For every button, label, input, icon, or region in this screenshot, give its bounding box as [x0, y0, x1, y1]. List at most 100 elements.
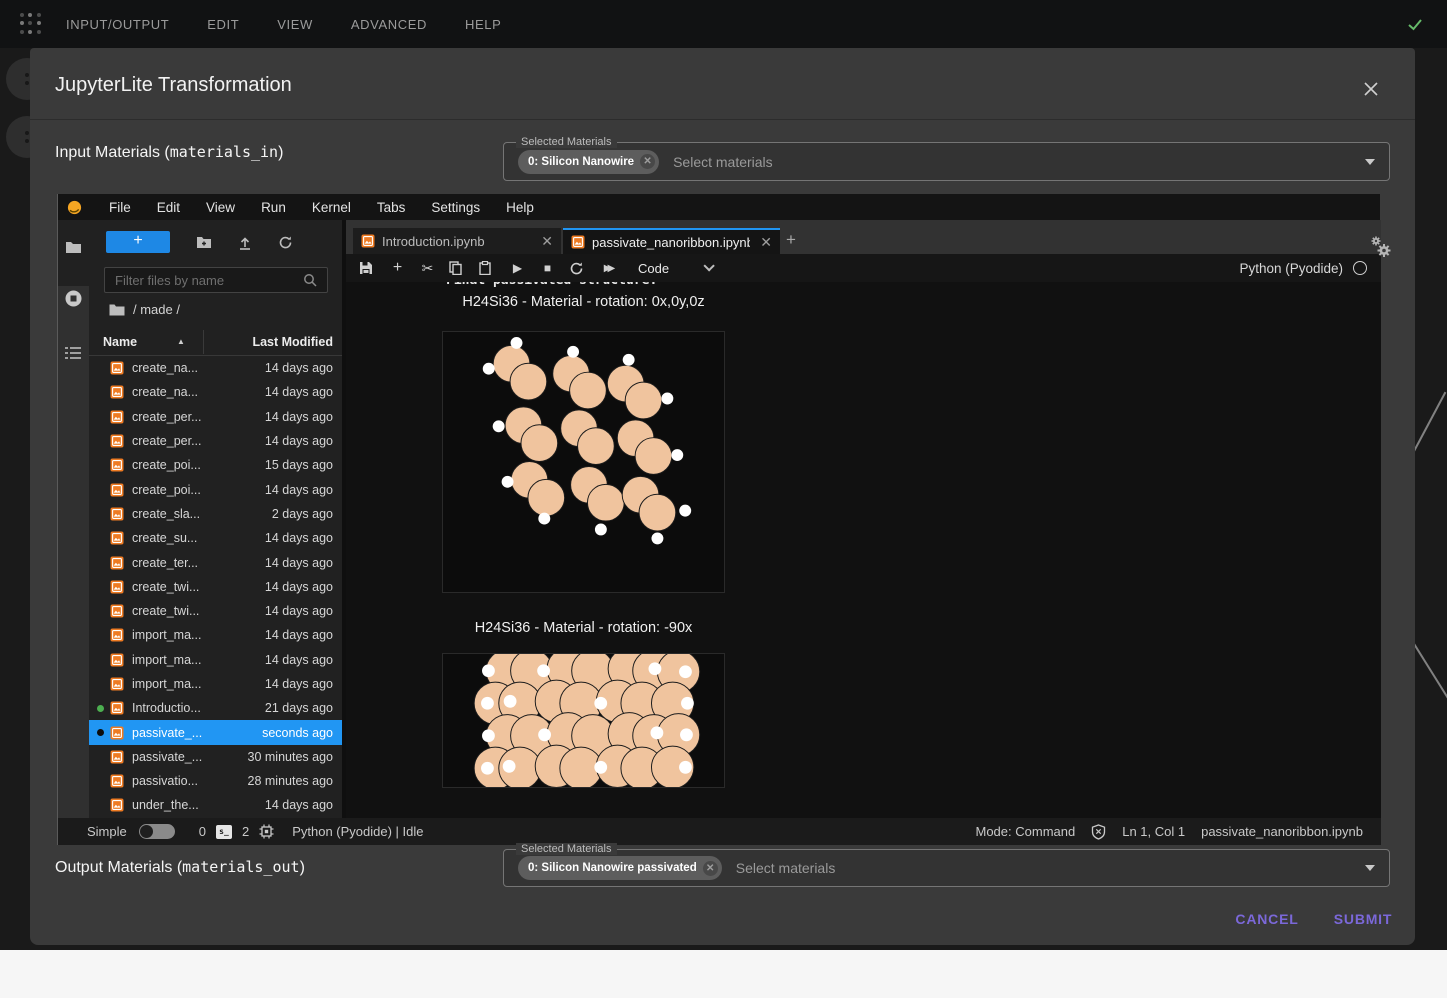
- refresh-icon[interactable]: [278, 235, 293, 250]
- chip-remove-icon[interactable]: ✕: [703, 861, 718, 876]
- file-row[interactable]: create_na...14 days ago: [89, 380, 342, 404]
- kernel-status-label[interactable]: Python (Pyodide) | Idle: [292, 824, 423, 839]
- app-menu-input-output[interactable]: INPUT/OUTPUT: [66, 17, 169, 32]
- file-modified: 14 days ago: [265, 361, 333, 375]
- input-materials-select[interactable]: Selected Materials 0: Silicon Nanowire ✕…: [503, 142, 1390, 181]
- notebook-icon: [110, 410, 124, 424]
- chip-remove-icon[interactable]: ✕: [640, 154, 655, 169]
- stop-kernel-icon[interactable]: ■: [539, 261, 556, 275]
- app-menu-edit[interactable]: EDIT: [207, 17, 239, 32]
- new-launcher-button[interactable]: +: [106, 231, 170, 253]
- file-row[interactable]: create_twi...14 days ago: [89, 575, 342, 599]
- home-folder-icon: [109, 303, 125, 316]
- jlab-menu-run[interactable]: Run: [248, 200, 299, 215]
- command-mode-label[interactable]: Mode: Command: [976, 824, 1076, 839]
- file-row[interactable]: create_per...14 days ago: [89, 405, 342, 429]
- file-row[interactable]: passivate_...30 minutes ago: [89, 745, 342, 769]
- jlab-menu-file[interactable]: File: [96, 200, 144, 215]
- input-select-placeholder: Select materials: [673, 154, 773, 170]
- add-cell-icon[interactable]: +: [389, 259, 406, 277]
- running-dot-icon: [97, 753, 104, 760]
- file-name: create_per...: [132, 434, 202, 448]
- file-row[interactable]: create_poi...14 days ago: [89, 477, 342, 501]
- file-modified: 15 days ago: [265, 458, 333, 472]
- jlab-menu-tabs[interactable]: Tabs: [364, 200, 419, 215]
- jlab-menu-edit[interactable]: Edit: [144, 200, 193, 215]
- output-label-text: Output Materials (: [55, 859, 182, 876]
- column-name[interactable]: Name: [103, 335, 137, 349]
- file-row[interactable]: create_su...14 days ago: [89, 526, 342, 550]
- breadcrumb[interactable]: / made /: [109, 302, 180, 317]
- file-list-header[interactable]: Name ▲ Last Modified: [89, 328, 342, 356]
- cursor-position-label[interactable]: Ln 1, Col 1: [1122, 824, 1185, 839]
- tab-introduction-notebook[interactable]: Introduction.ipynb ✕: [353, 228, 561, 254]
- tab-close-icon[interactable]: ✕: [535, 233, 553, 250]
- running-dot-icon: [97, 705, 104, 712]
- column-last-modified[interactable]: Last Modified: [252, 335, 333, 349]
- app-menu-advanced[interactable]: ADVANCED: [351, 17, 427, 32]
- jlab-menu-view[interactable]: View: [193, 200, 248, 215]
- submit-button[interactable]: SUBMIT: [1330, 904, 1396, 934]
- input-material-chip[interactable]: 0: Silicon Nanowire ✕: [518, 150, 659, 174]
- output-material-chip[interactable]: 0: Silicon Nanowire passivated ✕: [518, 856, 722, 880]
- file-row[interactable]: under_the...14 days ago: [89, 793, 342, 817]
- tab-passivate-nanoribbon-notebook[interactable]: passivate_nanoribbon.ipynb ✕: [563, 228, 780, 254]
- clipped-output-line: Final passivated structure:: [446, 282, 657, 289]
- paste-cells-icon[interactable]: [479, 261, 496, 275]
- file-row[interactable]: passivate_...seconds ago: [89, 720, 342, 744]
- running-sessions-icon[interactable]: [65, 290, 82, 307]
- file-modified: 14 days ago: [265, 385, 333, 399]
- kernels-count[interactable]: 2: [242, 824, 249, 839]
- file-row[interactable]: Introductio...21 days ago: [89, 696, 342, 720]
- jlab-menu-settings[interactable]: Settings: [418, 200, 493, 215]
- kernel-name-label[interactable]: Python (Pyodide): [1239, 261, 1343, 276]
- new-folder-icon[interactable]: [196, 235, 212, 249]
- settings-gears-icon[interactable]: [1370, 236, 1392, 260]
- output-materials-select[interactable]: Selected Materials 0: Silicon Nanowire p…: [503, 849, 1390, 887]
- jlab-menu-kernel[interactable]: Kernel: [299, 200, 364, 215]
- file-row[interactable]: import_ma...14 days ago: [89, 672, 342, 696]
- file-browser-icon[interactable]: [65, 240, 82, 255]
- kernel-status-icon[interactable]: [1353, 261, 1367, 275]
- dialog-close-icon[interactable]: [1360, 78, 1382, 100]
- file-row[interactable]: create_sla...2 days ago: [89, 502, 342, 526]
- add-tab-icon[interactable]: +: [786, 230, 796, 250]
- dropdown-arrow-icon[interactable]: [1365, 865, 1375, 871]
- cell-type-select[interactable]: Code: [638, 261, 669, 276]
- restart-kernel-icon[interactable]: [569, 261, 586, 276]
- file-row[interactable]: import_ma...14 days ago: [89, 648, 342, 672]
- file-row[interactable]: create_per...14 days ago: [89, 429, 342, 453]
- file-row[interactable]: import_ma...14 days ago: [89, 623, 342, 647]
- tab-close-icon[interactable]: ✕: [754, 234, 772, 251]
- table-of-contents-icon[interactable]: [65, 346, 82, 360]
- app-grid-icon[interactable]: [20, 13, 42, 35]
- file-row[interactable]: passivatio...28 minutes ago: [89, 769, 342, 793]
- filter-files-input[interactable]: [104, 267, 328, 293]
- restart-run-all-icon[interactable]: ▶▶: [599, 263, 616, 274]
- app-menu-help[interactable]: HELP: [465, 17, 501, 32]
- jlab-menu-help[interactable]: Help: [493, 200, 547, 215]
- running-dot-icon: [97, 778, 104, 785]
- output-label-code: materials_out: [182, 858, 299, 876]
- cut-cells-icon[interactable]: ✂: [419, 260, 436, 277]
- cancel-button[interactable]: CANCEL: [1232, 904, 1302, 934]
- run-cell-icon[interactable]: ▶: [509, 261, 526, 275]
- file-row[interactable]: create_twi...14 days ago: [89, 599, 342, 623]
- terminals-count[interactable]: 0: [199, 824, 206, 839]
- chevron-down-icon[interactable]: [704, 260, 715, 271]
- file-row[interactable]: create_poi...15 days ago: [89, 453, 342, 477]
- notebook-icon: [110, 483, 124, 497]
- notebook-dock-panel: Introduction.ipynb ✕ passivate_nanoribbo…: [346, 220, 1381, 818]
- file-name: create_ter...: [132, 556, 198, 570]
- upload-icon[interactable]: [238, 235, 252, 250]
- app-menu-view[interactable]: VIEW: [277, 17, 313, 32]
- file-row[interactable]: create_ter...14 days ago: [89, 550, 342, 574]
- notebook-output-area[interactable]: Final passivated structure: H24Si36 - Ma…: [346, 282, 1381, 818]
- trust-shield-icon[interactable]: [1091, 824, 1106, 840]
- simple-mode-toggle[interactable]: [139, 824, 175, 839]
- save-icon[interactable]: [359, 261, 376, 275]
- file-row[interactable]: create_na...14 days ago: [89, 356, 342, 380]
- copy-cells-icon[interactable]: [449, 261, 466, 275]
- notebook-icon: [110, 628, 124, 642]
- dropdown-arrow-icon[interactable]: [1365, 159, 1375, 165]
